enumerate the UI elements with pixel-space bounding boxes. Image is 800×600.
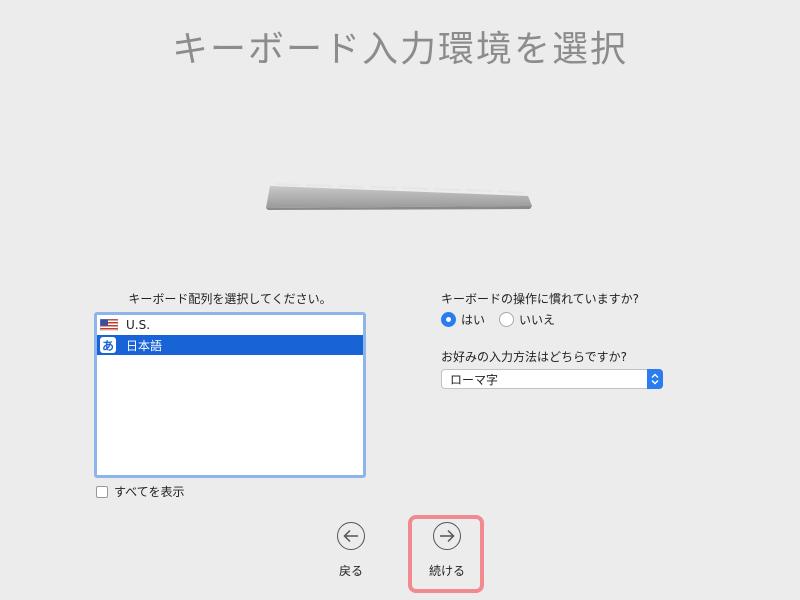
back-label: 戻る [338, 564, 363, 578]
input-method-value: ローマ字 [450, 372, 499, 387]
list-item-us[interactable]: U.S. [97, 315, 363, 335]
back-button[interactable]: 戻る [321, 522, 381, 579]
radio-no[interactable] [499, 312, 515, 327]
show-all-label[interactable]: すべてを表示 [114, 483, 184, 500]
input-method-question: お好みの入力方法はどちらですか? [441, 350, 628, 364]
popup-arrows-icon [647, 369, 663, 389]
continue-label: 続ける [428, 564, 465, 578]
radio-option-yes[interactable]: はい [441, 311, 485, 328]
show-all-checkbox[interactable] [96, 485, 108, 498]
list-item-japanese[interactable]: あ 日本語 [97, 335, 363, 355]
arrow-right-icon [433, 522, 461, 550]
keyboard-illustration [266, 183, 532, 210]
input-method-popup[interactable]: ローマ字 [441, 369, 663, 389]
layout-prompt: キーボード配列を選択してください。 [128, 292, 332, 306]
arrow-left-icon [337, 522, 365, 550]
radio-option-no[interactable]: いいえ [499, 311, 555, 328]
keyboard-layout-list[interactable]: U.S. あ 日本語 [94, 312, 366, 478]
continue-button[interactable]: 続ける [417, 522, 477, 579]
radio-yes[interactable] [441, 312, 456, 327]
radio-yes-label[interactable]: はい [461, 311, 485, 328]
familiarity-question: キーボードの操作に慣れていますか? [441, 292, 640, 306]
familiarity-radio-group: はい いいえ [441, 311, 569, 328]
list-item-label: U.S. [126, 318, 151, 332]
list-item-label: 日本語 [126, 338, 163, 353]
hiragana-a-icon: あ [100, 337, 116, 353]
radio-no-label[interactable]: いいえ [519, 311, 555, 328]
us-flag-icon [100, 319, 118, 331]
show-all-row[interactable]: すべてを表示 [96, 483, 184, 500]
page-title: キーボード入力環境を選択 [171, 29, 628, 70]
